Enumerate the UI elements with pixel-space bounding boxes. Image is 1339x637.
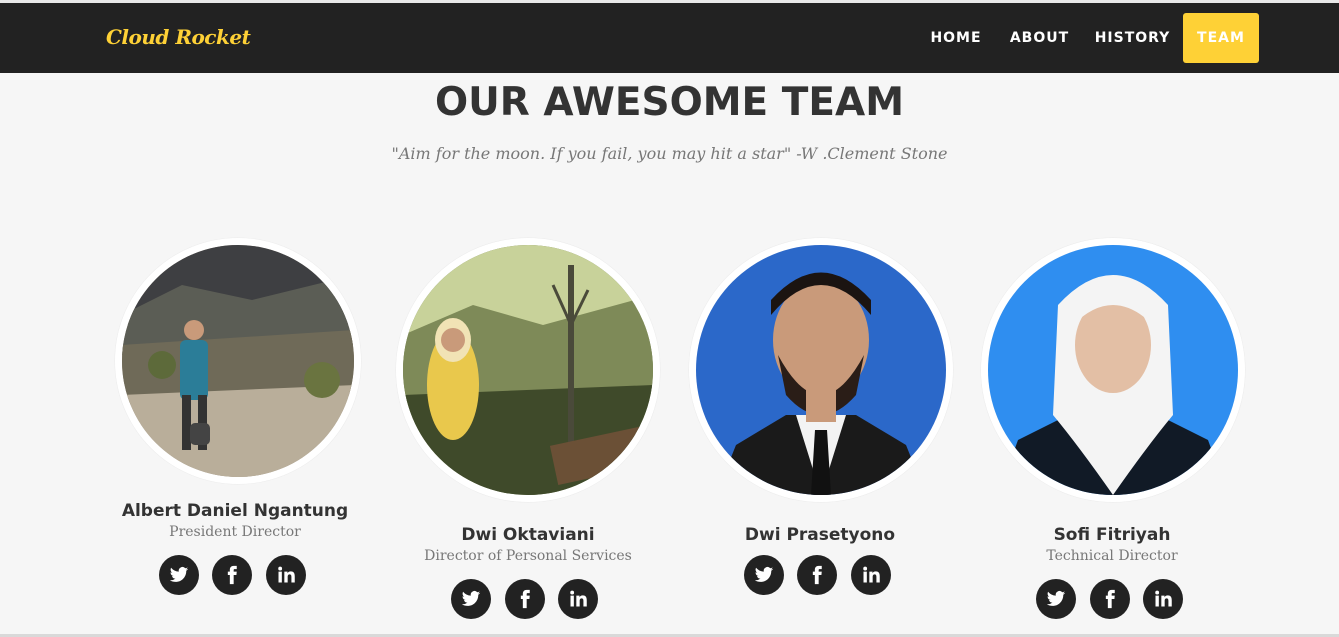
linkedin-button[interactable] xyxy=(266,555,306,595)
facebook-icon xyxy=(1105,589,1115,609)
facebook-icon xyxy=(227,565,237,585)
facebook-button[interactable] xyxy=(1090,579,1130,619)
team-member-role: Director of Personal Services xyxy=(424,548,632,564)
section-subtitle: "Aim for the moon. If you fail, you may … xyxy=(391,144,948,163)
twitter-button[interactable] xyxy=(451,579,491,619)
facebook-button[interactable] xyxy=(505,579,545,619)
twitter-icon xyxy=(754,567,774,582)
team-member-name: Sofi Fitriyah xyxy=(1053,525,1171,545)
twitter-button[interactable] xyxy=(744,555,784,595)
team-member-photo xyxy=(115,238,361,484)
team-member-name: Dwi Prasetyono xyxy=(744,525,896,545)
twitter-icon xyxy=(169,567,189,582)
team-member-role: President Director xyxy=(169,524,301,540)
facebook-button[interactable] xyxy=(212,555,252,595)
facebook-icon xyxy=(520,589,530,609)
linkedin-icon xyxy=(570,590,587,607)
twitter-button[interactable] xyxy=(159,555,199,595)
team-member-photo xyxy=(396,238,660,502)
navbar: Cloud Rocket HOME ABOUT HISTORY TEAM xyxy=(0,3,1339,73)
nav-home[interactable]: HOME xyxy=(921,13,991,63)
linkedin-button[interactable] xyxy=(851,555,891,595)
linkedin-button[interactable] xyxy=(558,579,598,619)
team-member-name: Dwi Oktaviani xyxy=(461,525,595,545)
linkedin-icon xyxy=(1155,590,1172,607)
team-member-photo xyxy=(981,238,1245,502)
team-member-name: Albert Daniel Ngantung xyxy=(121,501,349,521)
nav-about[interactable]: ABOUT xyxy=(1002,13,1077,63)
twitter-icon xyxy=(461,591,481,606)
section-title: OUR AWESOME TEAM xyxy=(434,80,905,125)
twitter-button[interactable] xyxy=(1036,579,1076,619)
facebook-icon xyxy=(812,565,822,585)
brand-logo[interactable]: Cloud Rocket xyxy=(106,25,251,49)
team-member-role: Technical Director xyxy=(1046,548,1178,564)
nav-history[interactable]: HISTORY xyxy=(1088,13,1177,63)
facebook-button[interactable] xyxy=(797,555,837,595)
linkedin-button[interactable] xyxy=(1143,579,1183,619)
linkedin-icon xyxy=(863,566,880,583)
nav-team[interactable]: TEAM xyxy=(1183,13,1259,63)
linkedin-icon xyxy=(278,566,295,583)
team-member-photo xyxy=(689,238,953,502)
twitter-icon xyxy=(1046,591,1066,606)
